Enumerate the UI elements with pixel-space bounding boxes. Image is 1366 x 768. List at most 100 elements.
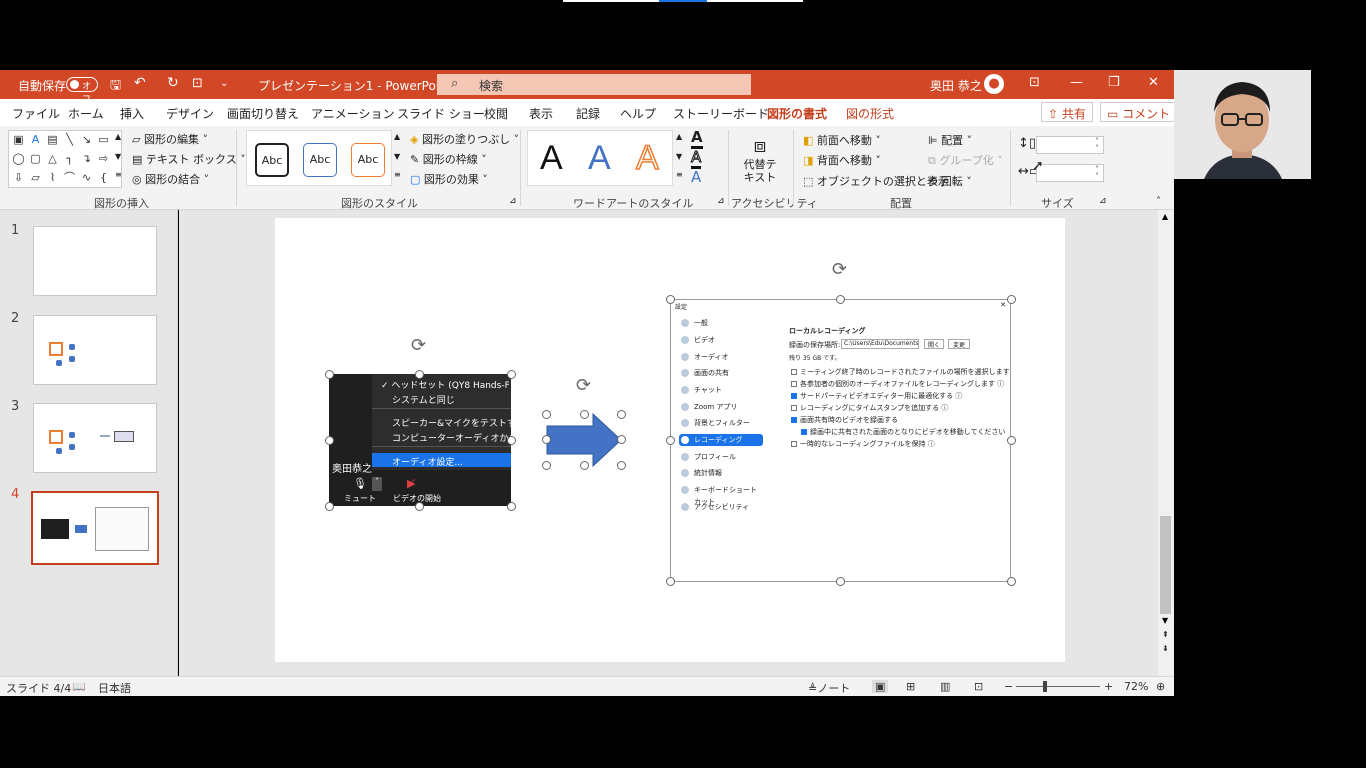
slide-thumbnail-4[interactable] — [31, 491, 159, 565]
text-fill-icon[interactable]: A — [691, 128, 703, 149]
merge-shapes-button[interactable]: ◎ 図形の結合 ˅ — [132, 171, 209, 187]
freeform-icon[interactable]: ⌇ — [45, 171, 60, 184]
spellcheck-icon[interactable]: 📖 — [72, 680, 86, 693]
resize-handle[interactable] — [666, 295, 675, 304]
tab-storyboard[interactable]: ストーリーボード — [673, 105, 769, 122]
next-slide-icon[interactable]: ⇟ — [1162, 644, 1169, 653]
resize-handle[interactable] — [507, 502, 516, 511]
share-button[interactable]: ⇧ 共有 — [1041, 102, 1093, 122]
slide-sorter-icon[interactable]: ⊞ — [906, 680, 915, 693]
line-icon[interactable]: ╲ — [62, 133, 77, 146]
resize-handle[interactable] — [836, 295, 845, 304]
user-avatar-icon[interactable]: ● — [984, 74, 1004, 94]
restore-icon[interactable]: ❐ — [1108, 75, 1120, 90]
wordart-up-icon[interactable]: ▲ — [676, 132, 682, 141]
dialog-launcher-icon[interactable]: ⊿ — [717, 196, 725, 206]
resize-handle[interactable] — [836, 577, 845, 586]
shapes-gallery[interactable]: ▣ A ▤ ╲ ↘ ▭ ◯ ▢ △ ┐ ↴ ⇨ ⇩ ▱ ⌇ ⌒ ∿ { — [8, 130, 122, 188]
tab-view[interactable]: 表示 — [529, 105, 553, 122]
right-arrow-shape[interactable] — [545, 412, 625, 468]
oval-icon[interactable]: ◯ — [11, 152, 26, 165]
slide-thumbnail-1[interactable] — [33, 226, 157, 296]
shape-effect-button[interactable]: ▢ 図形の効果 ˅ — [410, 171, 488, 187]
brace-icon[interactable]: { — [96, 171, 111, 184]
selection-pane-button[interactable]: ⬚ オブジェクトの選択と表示 — [803, 173, 949, 189]
save-icon[interactable]: 🖫 — [110, 76, 121, 98]
minimize-icon[interactable]: — — [1070, 75, 1083, 90]
tab-animations[interactable]: アニメーション — [311, 105, 395, 122]
slide-thumbnail-3[interactable] — [33, 403, 157, 473]
tab-slideshow[interactable]: スライド ショー — [397, 105, 485, 122]
resize-handle[interactable] — [542, 461, 551, 470]
tab-record[interactable]: 記録 — [576, 105, 600, 122]
resize-handle[interactable] — [542, 435, 551, 444]
fit-slide-icon[interactable]: ⊕ — [1156, 680, 1165, 693]
style-gallery-up-icon[interactable]: ▲ — [394, 132, 400, 141]
vertical-scrollbar[interactable]: ▲ ▼ ⇞ ⇟ — [1158, 210, 1174, 676]
width-input[interactable]: ˄ ˅ — [1036, 164, 1104, 182]
tab-insert[interactable]: 挿入 — [120, 105, 144, 122]
tab-transitions[interactable]: 画面切り替え — [227, 105, 299, 122]
shape-style-blue[interactable]: Abc — [303, 143, 337, 177]
present-icon[interactable]: ⊡ — [192, 76, 203, 91]
resize-handle[interactable] — [617, 435, 626, 444]
wordart-black[interactable]: A — [540, 139, 563, 178]
rectangle-icon[interactable]: ▭ — [96, 133, 111, 146]
gallery-down-icon[interactable]: ▼ — [115, 152, 121, 161]
tab-shape-format[interactable]: 図形の書式 — [767, 105, 828, 128]
scroll-up-icon[interactable]: ▲ — [1162, 212, 1168, 221]
ribbon-display-icon[interactable]: ⊡ — [1029, 75, 1040, 90]
text-outline-icon[interactable]: A — [690, 148, 702, 169]
close-icon[interactable]: ✕ — [1148, 75, 1159, 90]
customize-icon[interactable]: ⌄ — [220, 78, 228, 89]
zoom-slider-thumb[interactable] — [1043, 681, 1047, 692]
resize-handle[interactable] — [542, 410, 551, 419]
arc-icon[interactable]: ⌒ — [62, 171, 77, 184]
collapse-ribbon-icon[interactable]: ˄ — [1156, 196, 1161, 207]
wordart-blue[interactable]: A — [588, 139, 611, 178]
resize-handle[interactable] — [580, 461, 589, 470]
tab-help[interactable]: ヘルプ — [620, 105, 656, 122]
resize-handle[interactable] — [415, 370, 424, 379]
comment-button[interactable]: ▭ コメント — [1100, 102, 1178, 122]
resize-handle[interactable] — [325, 370, 334, 379]
resize-handle[interactable] — [1007, 436, 1016, 445]
resize-handle[interactable] — [666, 577, 675, 586]
shape-outline-button[interactable]: ✎ 図形の枠線 ˅ — [410, 151, 487, 167]
zoom-slider[interactable] — [1016, 686, 1100, 687]
autosave-toggle[interactable]: オフ — [66, 77, 98, 105]
send-backward-button[interactable]: ◨ 背面へ移動 ˅ — [803, 152, 881, 168]
block-arrow-icon[interactable]: ⇨ — [96, 152, 111, 165]
gallery-more-icon[interactable]: ≡ — [115, 170, 122, 179]
height-input[interactable]: ˄ ˅ — [1036, 136, 1104, 154]
triangle-icon[interactable]: △ — [45, 152, 60, 165]
shape-style-dark[interactable]: Abc — [255, 143, 289, 177]
textbox-shape-icon[interactable]: ▣ — [11, 133, 26, 146]
textbox-button[interactable]: ▤ テキスト ボックス ˅ — [132, 151, 246, 167]
tab-review[interactable]: 校閲 — [484, 105, 508, 122]
scroll-thumb[interactable] — [1160, 516, 1171, 614]
align-button[interactable]: ⊫ 配置 ˅ — [928, 132, 972, 148]
zoom-settings-image[interactable]: 設定 ✕ 一般 ビデオ オーディオ 画面の共有 チャット Zoom アプリ 背景… — [670, 299, 1011, 582]
spin-down-icon[interactable]: ˅ — [1095, 173, 1099, 181]
zoom-in-icon[interactable]: + — [1104, 680, 1113, 693]
undo-icon[interactable]: ↶ — [134, 75, 146, 91]
resize-handle[interactable] — [580, 410, 589, 419]
resize-handle[interactable] — [507, 370, 516, 379]
shape-style-orange[interactable]: Abc — [351, 143, 385, 177]
notes-button[interactable]: ≜ノート — [808, 680, 850, 696]
rounded-rect-icon[interactable]: ▢ — [28, 152, 43, 165]
resize-handle[interactable] — [617, 461, 626, 470]
rotate-button[interactable]: ⟲ 回転 ˅ — [928, 173, 972, 189]
style-gallery-down-icon[interactable]: ▼ — [394, 152, 400, 161]
dialog-launcher-icon[interactable]: ⊿ — [509, 196, 517, 206]
dialog-launcher-icon[interactable]: ⊿ — [1099, 196, 1107, 206]
resize-handle[interactable] — [507, 436, 516, 445]
prev-slide-icon[interactable]: ⇞ — [1162, 630, 1169, 639]
language[interactable]: 日本語 — [98, 680, 131, 696]
resize-handle[interactable] — [1007, 577, 1016, 586]
vertical-textbox-icon[interactable]: A — [28, 133, 43, 146]
callout-icon[interactable]: ▱ — [28, 171, 43, 184]
curve-icon[interactable]: ∿ — [79, 171, 94, 184]
text-effect-icon[interactable]: A — [691, 168, 701, 186]
